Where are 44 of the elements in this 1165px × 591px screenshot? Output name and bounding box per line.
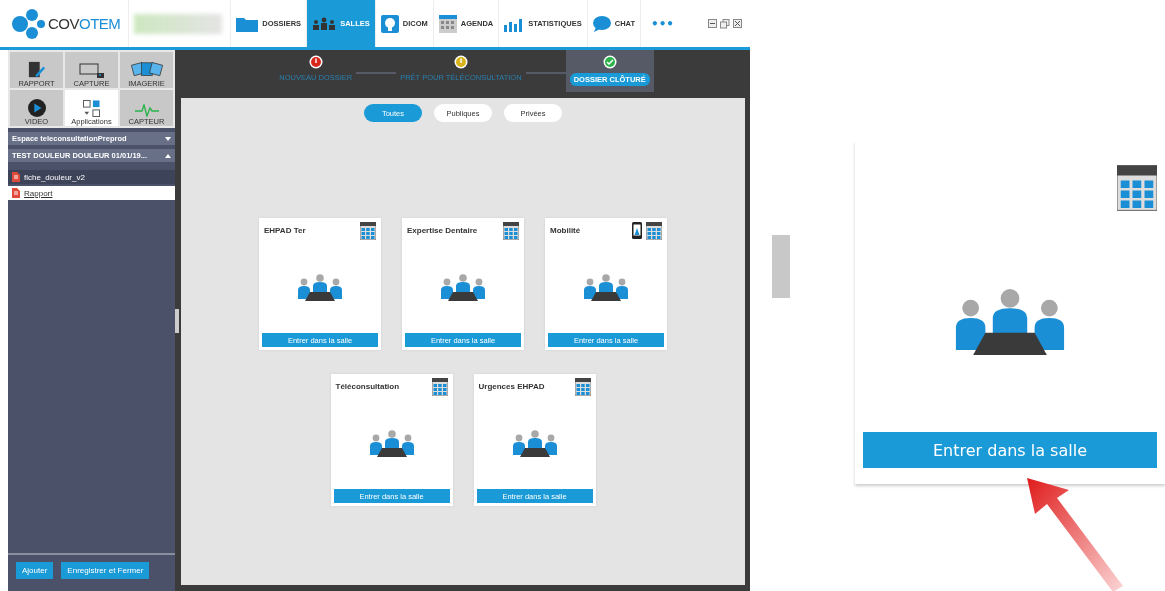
room-name: EHPAD Ter <box>264 226 306 237</box>
dicom-icon <box>380 14 399 33</box>
close-icon[interactable] <box>733 19 742 28</box>
toggle-icon[interactable] <box>165 153 171 158</box>
minimize-icon[interactable] <box>708 19 717 28</box>
pulse-icon <box>134 103 159 117</box>
calendar-icon[interactable] <box>431 378 448 396</box>
action-button[interactable]: Ajouter <box>16 562 54 579</box>
photos-icon <box>129 60 164 79</box>
meeting-icon <box>510 428 559 457</box>
scroll-handle <box>772 235 790 298</box>
meeting-icon <box>367 428 416 457</box>
room-name: Téléconsultation <box>335 382 400 393</box>
meeting-icon <box>296 272 344 301</box>
more-menu[interactable]: ••• <box>641 16 684 31</box>
resize-handle[interactable] <box>175 308 179 333</box>
calendar-icon[interactable] <box>646 222 662 240</box>
room-name: Urgences EHPAD <box>478 382 545 393</box>
logo-icon <box>10 7 46 40</box>
document-icon <box>12 188 20 198</box>
play-icon <box>27 98 46 117</box>
restore-icon[interactable] <box>720 18 730 29</box>
meeting-icon <box>582 272 630 301</box>
chat-icon <box>592 15 611 32</box>
logo-text: COVOTEM <box>48 15 121 32</box>
notebook-icon <box>27 60 46 79</box>
meeting-icon <box>439 272 487 301</box>
calendar-icon[interactable] <box>574 378 591 396</box>
folder-icon <box>236 15 259 32</box>
toggle-icon[interactable] <box>165 136 171 141</box>
calendar-icon[interactable] <box>360 222 376 240</box>
calendar-icon[interactable] <box>1117 165 1157 211</box>
file-item[interactable]: Rapport <box>8 186 175 200</box>
document-icon <box>12 172 20 182</box>
people-icon <box>312 15 337 32</box>
screen-capture-icon <box>78 62 105 79</box>
room-name: Expertise Dentaire <box>407 226 478 237</box>
file-item[interactable]: fiche_douleur_v2 <box>8 170 175 184</box>
action-button[interactable]: Enregistrer et Fermer <box>61 562 150 579</box>
calendar-icon[interactable] <box>503 222 519 240</box>
room-name: Mobilité <box>550 226 581 237</box>
apps-icon <box>83 99 100 117</box>
enter-room-button[interactable]: Entrer dans la salle <box>863 432 1157 468</box>
calendar-icon <box>438 14 457 33</box>
